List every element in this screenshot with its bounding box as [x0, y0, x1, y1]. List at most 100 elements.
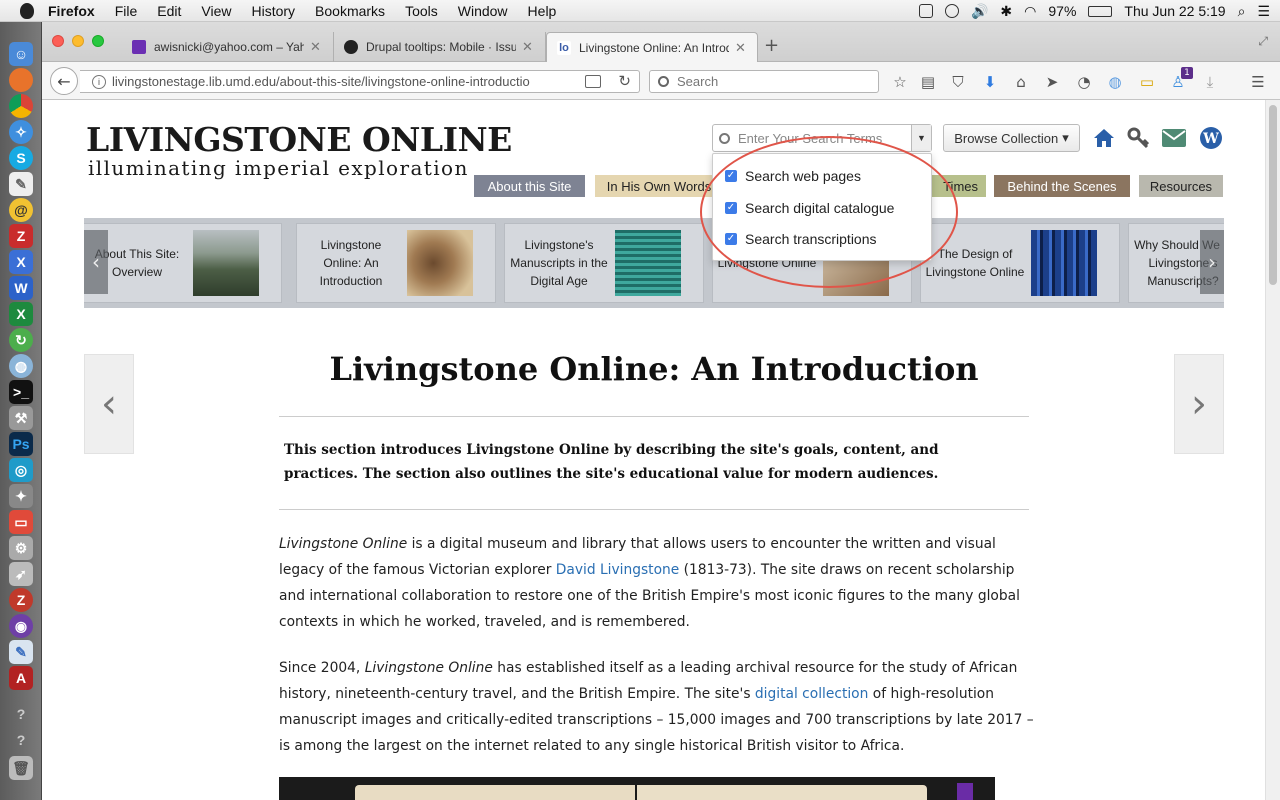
menu-window[interactable]: Window: [458, 3, 508, 19]
download-arrow-icon[interactable]: ⬇: [982, 74, 998, 90]
scrollbar-thumb[interactable]: [1269, 105, 1277, 285]
bluetooth-icon[interactable]: ✱: [1000, 3, 1012, 20]
globe-addon-icon[interactable]: ◍: [1107, 74, 1123, 90]
finder-icon[interactable]: ☺: [9, 42, 33, 66]
menu-file[interactable]: File: [115, 3, 138, 19]
fullscreen-icon[interactable]: ⤢: [1258, 34, 1268, 49]
email-icon[interactable]: [1162, 126, 1186, 150]
s-status-icon[interactable]: [918, 4, 933, 18]
photoshop-icon[interactable]: Ps: [9, 432, 33, 456]
gimp-icon[interactable]: ✦: [9, 484, 33, 508]
battery-icon[interactable]: [1088, 5, 1113, 17]
menu-view[interactable]: View: [201, 3, 231, 19]
screen-sharing-icon[interactable]: ▭: [9, 510, 33, 534]
page-scrollbar[interactable]: [1265, 100, 1280, 800]
livingstone-favicon-icon: lo: [557, 40, 571, 55]
home-icon[interactable]: [1092, 126, 1116, 150]
apple-menu-icon[interactable]: [20, 2, 34, 19]
bookmarks-library-icon[interactable]: ▤: [920, 74, 936, 90]
trash-icon[interactable]: 🗑: [9, 756, 33, 780]
browse-collection-button[interactable]: Browse Collection ▾: [943, 124, 1080, 152]
utility-icon[interactable]: ⚒: [9, 406, 33, 430]
downloads-icon[interactable]: ⤓: [1202, 74, 1218, 90]
tab-livingstone[interactable]: lo Livingstone Online: An Introd ✕: [546, 32, 758, 62]
time-machine-icon[interactable]: [944, 4, 959, 18]
reader-view-icon[interactable]: [585, 75, 601, 88]
volume-icon[interactable]: 🔊: [971, 3, 988, 20]
browser-search-input[interactable]: Search: [649, 70, 879, 93]
rocket-icon[interactable]: ➶: [9, 562, 33, 586]
key-icon[interactable]: [1126, 126, 1150, 150]
history-icon[interactable]: ◔: [1076, 74, 1092, 90]
new-tab-icon[interactable]: +: [764, 35, 779, 56]
carousel-prev-button[interactable]: ‹: [84, 230, 108, 294]
wifi-icon[interactable]: ◠: [1024, 3, 1036, 20]
zoom-window-button[interactable]: [92, 35, 104, 47]
nav-tab-about[interactable]: About this Site: [474, 175, 585, 197]
home-icon[interactable]: ⌂: [1013, 74, 1029, 90]
nav-tab-behind-the-scenes[interactable]: Behind the Scenes: [994, 175, 1130, 197]
close-window-button[interactable]: [52, 35, 64, 47]
x-app-icon[interactable]: X: [9, 250, 33, 274]
menu-bookmarks[interactable]: Bookmarks: [315, 3, 385, 19]
menu-edit[interactable]: Edit: [157, 3, 181, 19]
filezilla-icon[interactable]: Z: [9, 224, 33, 248]
at-icon[interactable]: @: [9, 198, 33, 222]
github-icon[interactable]: ◉: [9, 614, 33, 638]
carousel-card[interactable]: Livingstone's Manuscripts in the Digital…: [504, 223, 704, 303]
menu-help[interactable]: Help: [528, 3, 557, 19]
unknown-app-icon[interactable]: ?: [9, 702, 33, 726]
sourcetree-icon[interactable]: ◎: [9, 458, 33, 482]
pocket-icon[interactable]: ⛉: [950, 74, 966, 90]
safari-icon[interactable]: ✧: [9, 120, 33, 144]
preview-icon[interactable]: ✎: [9, 640, 33, 664]
digital-collection-link[interactable]: digital collection: [755, 686, 868, 702]
globe-icon[interactable]: ◍: [9, 354, 33, 378]
site-logo-subtitle: illuminating imperial exploration: [88, 156, 469, 180]
reload-icon[interactable]: ↻: [618, 72, 631, 90]
chrome-icon[interactable]: [9, 94, 33, 118]
menu-app-name[interactable]: Firefox: [48, 3, 95, 19]
zotero-icon[interactable]: Z: [9, 588, 33, 612]
minimize-window-button[interactable]: [72, 35, 84, 47]
tab-drupal-issue[interactable]: Drupal tooltips: Mobile · Issu ✕: [334, 32, 546, 62]
carousel-card[interactable]: About This Site: Overview: [84, 223, 282, 303]
bookmark-star-icon[interactable]: ☆: [892, 74, 908, 90]
url-bar[interactable]: i livingstonestage.lib.umd.edu/about-thi…: [80, 70, 640, 93]
back-button[interactable]: ←: [50, 67, 78, 95]
send-icon[interactable]: ➤: [1044, 74, 1060, 90]
search-options-dropdown-icon[interactable]: ▼: [911, 125, 931, 151]
section-carousel: About This Site: Overview Livingstone On…: [84, 218, 1224, 308]
clock[interactable]: Thu Jun 22 5:19: [1124, 3, 1225, 19]
menu-tools[interactable]: Tools: [405, 3, 438, 19]
word-icon[interactable]: W: [9, 276, 33, 300]
ruler-addon-icon[interactable]: ▭: [1139, 74, 1155, 90]
wordpress-icon[interactable]: W: [1199, 126, 1223, 150]
david-livingstone-link[interactable]: David Livingstone: [556, 562, 680, 578]
skype-icon[interactable]: S: [9, 146, 33, 170]
acrobat-icon[interactable]: A: [9, 666, 33, 690]
unknown-app-icon[interactable]: ?: [9, 728, 33, 752]
notification-center-icon[interactable]: ☰: [1257, 3, 1270, 20]
hamburger-menu-icon[interactable]: ☰: [1250, 74, 1266, 90]
previous-page-button[interactable]: ‹: [84, 354, 134, 454]
system-preferences-icon[interactable]: ⚙: [9, 536, 33, 560]
carousel-card[interactable]: Livingstone Online: An Introduction: [296, 223, 496, 303]
next-page-button[interactable]: ›: [1174, 354, 1224, 454]
url-text[interactable]: livingstonestage.lib.umd.edu/about-this-…: [112, 74, 562, 89]
terminal-icon[interactable]: >_: [9, 380, 33, 404]
nav-tab-resources[interactable]: Resources: [1139, 175, 1223, 197]
sync-icon[interactable]: ↻: [9, 328, 33, 352]
menu-history[interactable]: History: [251, 3, 295, 19]
excel-icon[interactable]: X: [9, 302, 33, 326]
site-logo-title[interactable]: LIVINGSTONE ONLINE: [86, 120, 512, 159]
firefox-icon[interactable]: [9, 68, 33, 92]
textedit-icon[interactable]: ✎: [9, 172, 33, 196]
spotlight-icon[interactable]: ⌕: [1238, 3, 1246, 20]
close-tab-icon[interactable]: ✕: [310, 39, 321, 55]
site-info-icon[interactable]: i: [92, 74, 106, 89]
close-tab-icon[interactable]: ✕: [735, 40, 746, 56]
carousel-next-button[interactable]: ›: [1200, 230, 1224, 294]
tab-yahoo-mail[interactable]: awisnicki@yahoo.com – Yah ✕: [122, 32, 334, 62]
close-tab-icon[interactable]: ✕: [522, 39, 533, 55]
